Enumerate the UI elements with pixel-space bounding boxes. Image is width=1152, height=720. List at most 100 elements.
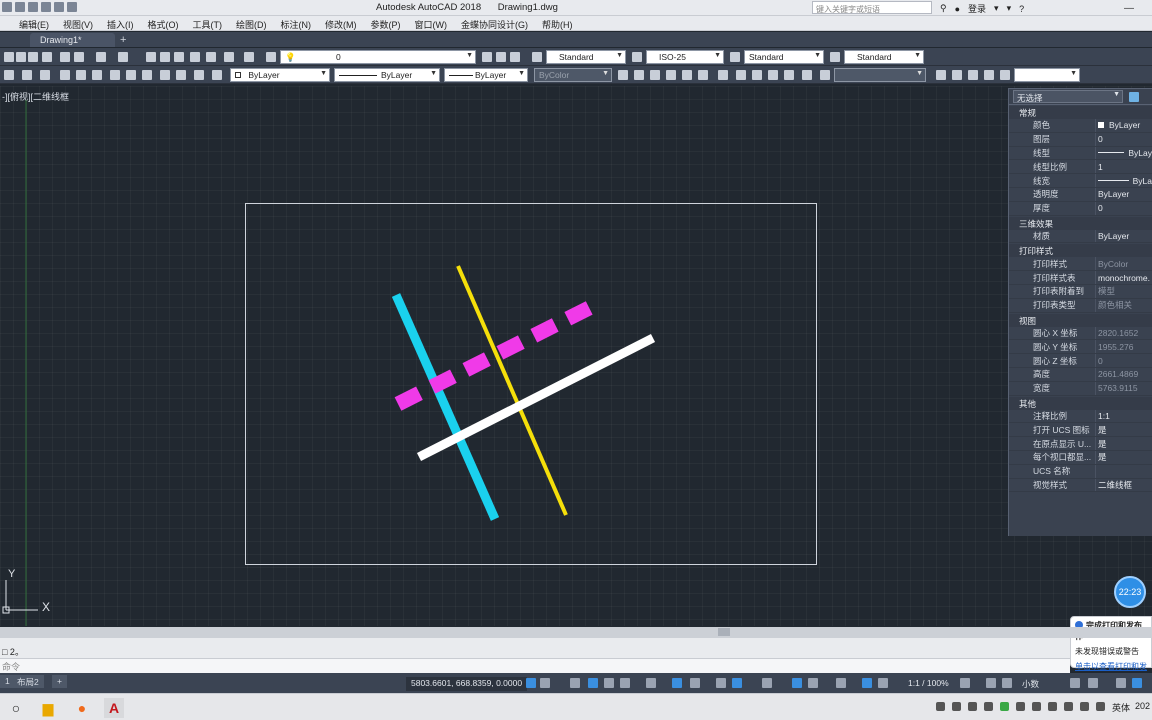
tray-icon[interactable] — [1016, 702, 1025, 711]
notification-link[interactable]: 单击以查看打印和发 — [1075, 661, 1147, 672]
palette-section-title[interactable]: 三维效果 — [1009, 216, 1152, 230]
palette-section-title[interactable]: 视图 — [1009, 313, 1152, 327]
tool-icon[interactable] — [1088, 678, 1098, 688]
property-row[interactable]: 圆心 X 坐标 2820.1652 — [1009, 326, 1152, 341]
volume-icon[interactable] — [1096, 702, 1105, 711]
tray-icon[interactable] — [1064, 702, 1073, 711]
property-value[interactable] — [1095, 464, 1152, 478]
units-selector[interactable]: 小数 — [1022, 678, 1039, 690]
isolate-objects-icon[interactable] — [1132, 678, 1142, 688]
property-value[interactable]: 0 — [1095, 132, 1152, 146]
property-row[interactable]: 高度 2661.4869 — [1009, 367, 1152, 382]
wifi-icon[interactable] — [1080, 702, 1089, 711]
tray-icon[interactable] — [1000, 702, 1009, 711]
palette-section-title[interactable]: 常规 — [1009, 106, 1152, 119]
property-value[interactable]: 是 — [1095, 437, 1152, 450]
property-value[interactable]: 2820.1652 — [1095, 326, 1152, 340]
property-value[interactable]: ByLayer — [1095, 187, 1152, 201]
property-value[interactable]: ByLa — [1095, 174, 1152, 187]
property-value[interactable]: ByLayer — [1095, 119, 1152, 132]
property-row[interactable]: 透明度 ByLayer — [1009, 187, 1152, 202]
browser-icon[interactable]: ● — [72, 698, 92, 718]
property-row[interactable]: 圆心 Z 坐标 0 — [1009, 354, 1152, 368]
property-value[interactable]: 二维线框 — [1095, 478, 1152, 492]
gear-icon[interactable] — [960, 678, 970, 688]
property-value[interactable]: 2661.4869 — [1095, 367, 1152, 381]
property-row[interactable]: 打印表附着到 模型 — [1009, 284, 1152, 299]
property-value[interactable]: 1:1 — [1095, 409, 1152, 423]
palette-section-title[interactable]: 其他 — [1009, 396, 1152, 410]
lineweight-icon[interactable] — [716, 678, 726, 688]
property-value[interactable]: 颜色相关 — [1095, 298, 1152, 312]
clock-year[interactable]: 202 — [1135, 701, 1150, 711]
infer-icon[interactable] — [570, 678, 580, 688]
selection-dropdown[interactable]: 无选择 ▼ — [1013, 90, 1123, 103]
coordinates-readout[interactable]: 5803.6601, 668.8359, 0.0000 — [406, 677, 528, 691]
auto-scale-icon[interactable] — [878, 678, 888, 688]
property-row[interactable]: 材质 ByLayer — [1009, 229, 1152, 244]
tool-icon[interactable] — [1116, 678, 1126, 688]
property-value[interactable]: 0 — [1095, 201, 1152, 215]
property-row[interactable]: 厚度 0 — [1009, 201, 1152, 216]
property-value[interactable]: 1 — [1095, 160, 1152, 174]
property-value[interactable]: ByLay — [1095, 146, 1152, 160]
network-icon[interactable] — [968, 702, 977, 711]
property-row[interactable]: 在原点显示 U... 是 — [1009, 437, 1152, 451]
property-row[interactable]: 打印样式表 monochrome. — [1009, 271, 1152, 285]
add-layout-icon[interactable]: + — [52, 675, 67, 688]
property-value[interactable]: ByColor — [1095, 257, 1152, 271]
transparency-icon[interactable] — [732, 678, 742, 688]
command-input[interactable]: 命令 — [0, 658, 1070, 673]
property-row[interactable]: 打印样式 ByColor — [1009, 257, 1152, 272]
property-value[interactable]: ByLayer — [1095, 229, 1152, 243]
property-row[interactable]: 宽度 5763.9115 — [1009, 381, 1152, 396]
property-row[interactable]: 线宽 ByLa — [1009, 174, 1152, 188]
osnap-icon[interactable] — [620, 678, 630, 688]
tray-icon[interactable] — [1048, 702, 1057, 711]
ortho-icon[interactable] — [588, 678, 598, 688]
palette-section-title[interactable]: 打印样式 — [1009, 244, 1152, 258]
tray-icon[interactable] — [984, 702, 993, 711]
polar-icon[interactable] — [604, 678, 614, 688]
property-row[interactable]: 圆心 Y 坐标 1955.276 — [1009, 340, 1152, 355]
property-row[interactable]: 颜色 ByLayer — [1009, 119, 1152, 133]
property-value[interactable]: monochrome. — [1095, 271, 1152, 284]
snap-icon[interactable] — [540, 678, 550, 688]
clock-bubble[interactable]: 22:23 — [1114, 576, 1146, 608]
plus-icon[interactable] — [986, 678, 996, 688]
dynamic-input-icon[interactable] — [690, 678, 700, 688]
property-row[interactable]: 每个视口都显... 是 — [1009, 450, 1152, 465]
quick-select-icon[interactable] — [1129, 91, 1139, 102]
annotation-visibility-icon[interactable] — [862, 678, 872, 688]
property-row[interactable]: 打印表类型 颜色相关 — [1009, 298, 1152, 313]
annotation-scale[interactable]: 1:1 / 100% — [908, 678, 949, 688]
ucs-dynamic-icon[interactable] — [672, 678, 682, 688]
cyan-line[interactable] — [391, 293, 500, 521]
selection-cycle-icon[interactable] — [762, 678, 772, 688]
property-row[interactable]: UCS 名称 — [1009, 464, 1152, 479]
input-method[interactable]: 英体 — [1112, 701, 1130, 714]
search-icon[interactable]: ○ — [6, 698, 26, 718]
autocad-taskbar-icon[interactable]: A — [104, 698, 124, 718]
property-row[interactable]: 视觉样式 二维线框 — [1009, 478, 1152, 493]
command-scroll-handle[interactable] — [718, 628, 730, 636]
property-value[interactable]: 模型 — [1095, 284, 1152, 298]
white-line[interactable] — [416, 333, 656, 462]
property-row[interactable]: 线型 ByLay — [1009, 146, 1152, 161]
property-value[interactable]: 5763.9115 — [1095, 381, 1152, 395]
property-value[interactable]: 是 — [1095, 450, 1152, 464]
otrack-icon[interactable] — [646, 678, 656, 688]
tool-icon[interactable] — [1002, 678, 1012, 688]
property-value[interactable]: 1955.276 — [1095, 340, 1152, 354]
tray-icon[interactable] — [936, 702, 945, 711]
property-row[interactable]: 注释比例 1:1 — [1009, 409, 1152, 424]
tool-icon[interactable] — [1070, 678, 1080, 688]
tool-icon[interactable] — [808, 678, 818, 688]
property-value[interactable]: 0 — [1095, 354, 1152, 367]
property-row[interactable]: 打开 UCS 图标是 — [1009, 423, 1152, 438]
plot-notification[interactable]: 完成打印和发布作 未发现错误或警告 单击以查看打印和发 — [1070, 616, 1152, 671]
3d-osnap-icon[interactable] — [792, 678, 802, 688]
mic-icon[interactable] — [952, 702, 961, 711]
property-row[interactable]: 图层 0 — [1009, 132, 1152, 147]
tool-icon[interactable] — [836, 678, 846, 688]
